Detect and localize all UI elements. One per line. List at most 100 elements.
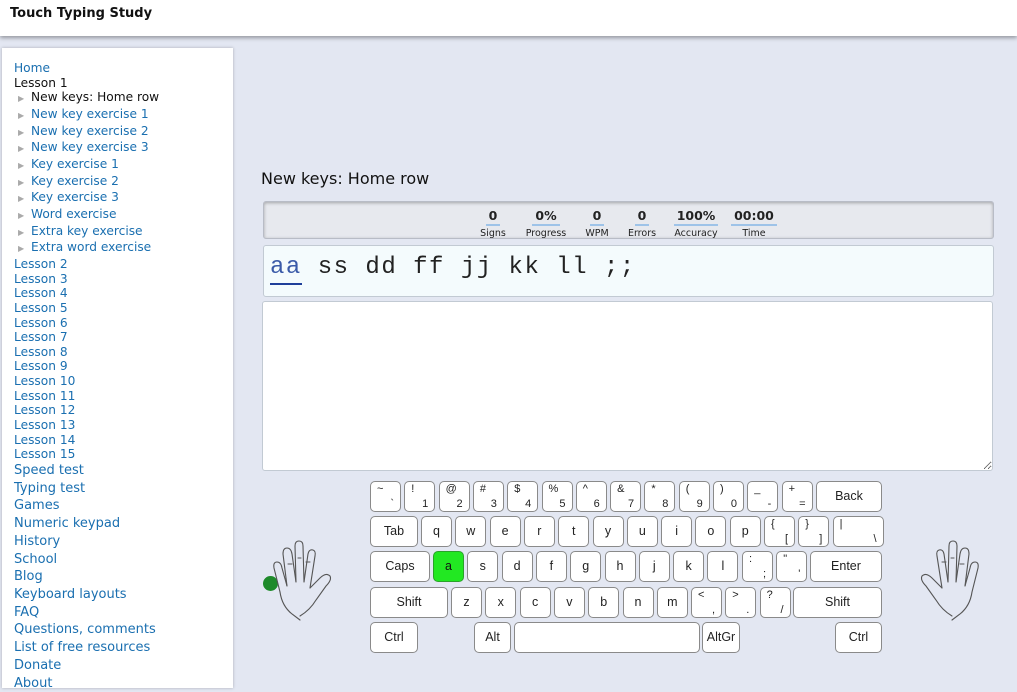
key[interactable]: $4 — [507, 481, 538, 512]
sidebar-subitem[interactable]: ▶Extra key exercise — [14, 224, 229, 241]
key-v[interactable]: v — [554, 587, 585, 618]
sidebar-link[interactable]: Donate — [14, 657, 229, 675]
key[interactable]: &7 — [610, 481, 641, 512]
key-t[interactable]: t — [558, 516, 589, 547]
space-bar[interactable] — [514, 622, 700, 653]
altgr-key[interactable]: AltGr — [702, 622, 740, 653]
sidebar-item-lesson[interactable]: Lesson 15 — [14, 447, 229, 462]
key[interactable]: <, — [691, 587, 722, 618]
sidebar-link[interactable]: Keyboard layouts — [14, 586, 229, 604]
typing-input[interactable] — [262, 301, 993, 471]
sidebar-item-lesson[interactable]: Lesson 9 — [14, 359, 229, 374]
sidebar-subitem[interactable]: ▶Extra word exercise — [14, 240, 229, 257]
sidebar-subitem[interactable]: ▶New key exercise 1 — [14, 107, 229, 124]
key-w[interactable]: w — [455, 516, 486, 547]
key-s[interactable]: s — [467, 551, 498, 582]
sidebar-subitem[interactable]: ▶New key exercise 3 — [14, 140, 229, 157]
key[interactable]: #3 — [473, 481, 504, 512]
backspace-key[interactable]: Back — [816, 481, 882, 512]
key[interactable]: _- — [747, 481, 778, 512]
key[interactable]: %5 — [542, 481, 573, 512]
key[interactable]: {[ — [764, 516, 795, 547]
sidebar-item-lesson[interactable]: Lesson 3 — [14, 272, 229, 287]
sidebar-item-lesson[interactable]: Lesson 13 — [14, 418, 229, 433]
key[interactable]: "' — [776, 551, 807, 582]
sidebar-link[interactable]: Typing test — [14, 480, 229, 498]
sidebar-item-lesson[interactable]: Lesson 11 — [14, 389, 229, 404]
tab-key[interactable]: Tab — [370, 516, 418, 547]
enter-key[interactable]: Enter — [810, 551, 882, 582]
right-shift-key[interactable]: Shift — [793, 587, 882, 618]
key-f[interactable]: f — [536, 551, 567, 582]
site-title[interactable]: Touch Typing Study — [10, 6, 152, 21]
key[interactable]: !1 — [404, 481, 435, 512]
key-i[interactable]: i — [661, 516, 692, 547]
key[interactable]: )0 — [713, 481, 744, 512]
key[interactable]: (9 — [679, 481, 710, 512]
key-y[interactable]: y — [593, 516, 624, 547]
sidebar-link[interactable]: About — [14, 675, 229, 692]
key-d[interactable]: d — [502, 551, 533, 582]
key[interactable]: @2 — [439, 481, 470, 512]
sidebar-item-lesson[interactable]: Lesson 8 — [14, 345, 229, 360]
right-ctrl-key[interactable]: Ctrl — [835, 622, 882, 653]
key-m[interactable]: m — [657, 587, 688, 618]
key-z[interactable]: z — [451, 587, 482, 618]
alt-key[interactable]: Alt — [474, 622, 511, 653]
sidebar-item-lesson[interactable]: Lesson 6 — [14, 316, 229, 331]
sidebar-link[interactable]: History — [14, 533, 229, 551]
sidebar-link[interactable]: School — [14, 551, 229, 569]
sidebar-link[interactable]: Numeric keypad — [14, 515, 229, 533]
key[interactable]: *8 — [644, 481, 675, 512]
key-e[interactable]: e — [490, 516, 521, 547]
key-x[interactable]: x — [485, 587, 516, 618]
key-n[interactable]: n — [623, 587, 654, 618]
sidebar-item-lesson[interactable]: Lesson 4 — [14, 286, 229, 301]
key[interactable]: ^6 — [576, 481, 607, 512]
sidebar-subitem[interactable]: ▶Key exercise 1 — [14, 157, 229, 174]
key-u[interactable]: u — [627, 516, 658, 547]
sidebar-link[interactable]: Speed test — [14, 462, 229, 480]
key-l[interactable]: l — [707, 551, 738, 582]
key-r[interactable]: r — [524, 516, 555, 547]
key[interactable]: ~` — [370, 481, 401, 512]
key-g[interactable]: g — [570, 551, 601, 582]
left-ctrl-key[interactable]: Ctrl — [370, 622, 418, 653]
key-shift-label: ) — [720, 483, 724, 495]
key-p[interactable]: p — [730, 516, 761, 547]
sidebar-item-lesson[interactable]: Lesson 5 — [14, 301, 229, 316]
key-q[interactable]: q — [421, 516, 452, 547]
sidebar-item-lesson[interactable]: Lesson 2 — [14, 257, 229, 272]
sidebar-link[interactable]: List of free resources — [14, 639, 229, 657]
sidebar-link[interactable]: Games — [14, 497, 229, 515]
key-o[interactable]: o — [695, 516, 726, 547]
key[interactable]: >. — [725, 587, 756, 618]
left-shift-key[interactable]: Shift — [370, 587, 448, 618]
key[interactable]: ?/ — [760, 587, 791, 618]
sidebar-subitem[interactable]: ▶New keys: Home row — [14, 90, 229, 107]
key-k[interactable]: k — [673, 551, 704, 582]
key[interactable]: += — [782, 481, 813, 512]
sidebar-link[interactable]: Blog — [14, 568, 229, 586]
key-j[interactable]: j — [639, 551, 670, 582]
key-c[interactable]: c — [520, 587, 551, 618]
sidebar-item-lesson[interactable]: Lesson 7 — [14, 330, 229, 345]
sidebar-item-lesson-1[interactable]: Lesson 1 — [14, 76, 229, 91]
key-h[interactable]: h — [605, 551, 636, 582]
sidebar-subitem[interactable]: ▶New key exercise 2 — [14, 124, 229, 141]
sidebar-subitem[interactable]: ▶Key exercise 3 — [14, 190, 229, 207]
key[interactable]: |\ — [833, 516, 884, 547]
sidebar-item-home[interactable]: Home — [14, 61, 229, 76]
sidebar-item-lesson[interactable]: Lesson 12 — [14, 403, 229, 418]
caps-lock-key[interactable]: Caps — [370, 551, 430, 582]
key[interactable]: }] — [798, 516, 829, 547]
key-b[interactable]: b — [588, 587, 619, 618]
sidebar-subitem[interactable]: ▶Key exercise 2 — [14, 174, 229, 191]
key[interactable]: :; — [742, 551, 773, 582]
sidebar-link[interactable]: Questions, comments — [14, 621, 229, 639]
key-a[interactable]: a — [433, 551, 464, 582]
sidebar-subitem[interactable]: ▶Word exercise — [14, 207, 229, 224]
sidebar-item-lesson[interactable]: Lesson 10 — [14, 374, 229, 389]
sidebar-item-lesson[interactable]: Lesson 14 — [14, 433, 229, 448]
sidebar-link[interactable]: FAQ — [14, 604, 229, 622]
